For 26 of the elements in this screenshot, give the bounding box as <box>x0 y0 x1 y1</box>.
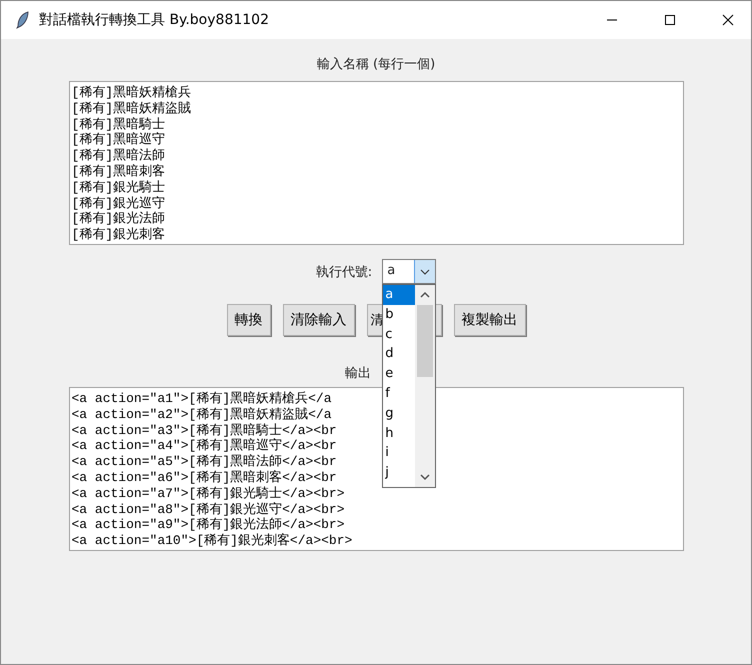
scrollbar-thumb[interactable] <box>417 305 434 377</box>
window-title: 對話檔執行轉換工具 By.boy881102 <box>39 11 270 29</box>
dropdown-option[interactable]: j <box>383 463 416 483</box>
input-label: 輸入名稱 (每行一個) <box>316 56 436 74</box>
chevron-down-icon <box>420 268 430 274</box>
input-text-area[interactable]: [稀有]黑暗妖精槍兵 [稀有]黑暗妖精盜賊 [稀有]黑暗騎士 [稀有]黑暗巡守 [稀有]黑暗法師 [稀有]黑暗刺客 [稀有]銀光騎士 [稀有]銀光巡守 [稀有]銀光法師 [稀有]銀光刺客 <box>68 81 684 245</box>
dropdown-option[interactable]: i <box>383 443 416 464</box>
output-label: 輸出 <box>345 365 371 383</box>
dropdown-option[interactable]: e <box>383 364 416 384</box>
scroll-down-icon[interactable] <box>420 473 430 481</box>
close-icon[interactable] <box>722 14 734 26</box>
code-dropdown[interactable]: a <box>382 259 436 284</box>
dropdown-option[interactable]: c <box>383 324 416 344</box>
scrollbar[interactable] <box>415 285 436 487</box>
action-button[interactable]: 複製輸出 <box>454 304 526 336</box>
dropdown-option[interactable]: b <box>383 304 416 325</box>
action-button[interactable]: 轉換 <box>226 304 270 336</box>
dropdown-option[interactable]: a <box>383 285 416 305</box>
dropdown-option[interactable]: g <box>383 404 416 424</box>
code-label: 執行代號: <box>316 264 372 280</box>
maximize-icon[interactable] <box>664 14 676 26</box>
dropdown-option[interactable]: h <box>383 424 416 444</box>
action-button[interactable]: 清除輸入 <box>282 304 354 336</box>
dropdown-option[interactable]: d <box>383 344 416 364</box>
feather-icon <box>15 11 31 29</box>
scroll-up-icon[interactable] <box>420 291 430 299</box>
